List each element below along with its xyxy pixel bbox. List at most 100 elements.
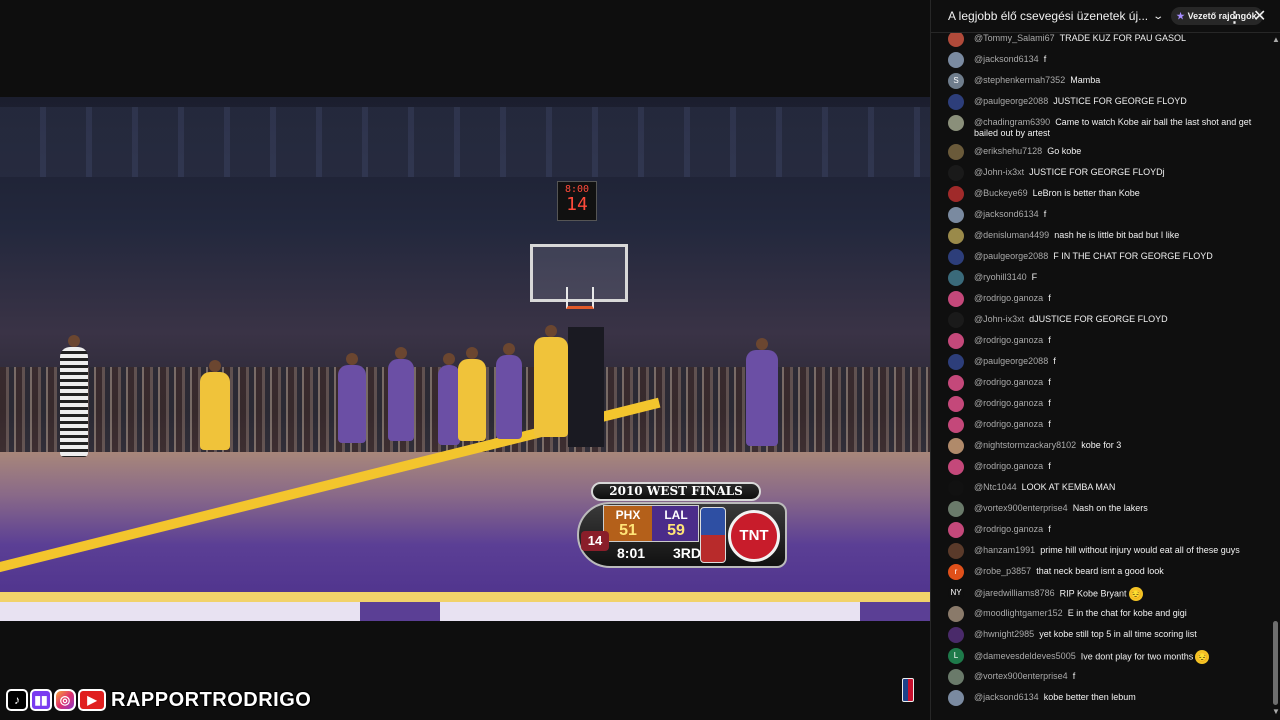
chat-author[interactable]: @John-ix3xt — [974, 314, 1024, 324]
chat-author[interactable]: @denisluman4499 — [974, 230, 1049, 240]
chat-message[interactable]: @jacksond6134 f — [931, 207, 1271, 228]
avatar[interactable]: NY — [948, 585, 964, 601]
chat-author[interactable]: @Ntc1044 — [974, 482, 1017, 492]
chat-author[interactable]: @paulgeorge2088 — [974, 96, 1048, 106]
chevron-down-icon[interactable]: ⌄ — [1152, 11, 1164, 22]
chat-author[interactable]: @hanzam1991 — [974, 545, 1035, 555]
avatar[interactable] — [948, 94, 964, 110]
scroll-down-icon[interactable]: ▼ — [1272, 707, 1280, 716]
chat-author[interactable]: @hwnight2985 — [974, 629, 1034, 639]
avatar[interactable] — [948, 543, 964, 559]
chat-message[interactable]: @rodrigo.ganoza f — [931, 375, 1271, 396]
chat-author[interactable]: @stephenkermah7352 — [974, 75, 1065, 85]
chat-message[interactable]: @erikshehu7128 Go kobe — [931, 144, 1271, 165]
avatar[interactable] — [948, 438, 964, 454]
chat-message[interactable]: NY @jaredwilliams8786 RIP Kobe Bryant 😔 — [931, 585, 1271, 606]
avatar[interactable] — [948, 354, 964, 370]
chat-author[interactable]: @paulgeorge2088 — [974, 356, 1048, 366]
chat-author[interactable]: @vortex900enterprise4 — [974, 671, 1068, 681]
chat-message[interactable]: @jacksond6134 f — [931, 52, 1271, 73]
avatar[interactable] — [948, 627, 964, 643]
chat-author[interactable]: @rodrigo.ganoza — [974, 293, 1043, 303]
chat-author[interactable]: @Tommy_Salami67 — [974, 33, 1055, 43]
avatar[interactable] — [948, 333, 964, 349]
chat-message[interactable]: @Buckeye69 LeBron is better than Kobe — [931, 186, 1271, 207]
chat-author[interactable]: @jacksond6134 — [974, 54, 1039, 64]
avatar[interactable] — [948, 522, 964, 538]
chat-author[interactable]: @rodrigo.ganoza — [974, 419, 1043, 429]
chat-message[interactable]: @rodrigo.ganoza f — [931, 396, 1271, 417]
chat-message[interactable]: L @damevesdeldeves5005 Ive dont play for t… — [931, 648, 1271, 669]
chat-author[interactable]: @rodrigo.ganoza — [974, 524, 1043, 534]
chat-author[interactable]: @rodrigo.ganoza — [974, 461, 1043, 471]
chat-author[interactable]: @rodrigo.ganoza — [974, 377, 1043, 387]
chat-author[interactable]: @jacksond6134 — [974, 209, 1039, 219]
avatar[interactable] — [948, 52, 964, 68]
chat-message[interactable]: @paulgeorge2088 f — [931, 354, 1271, 375]
close-icon[interactable]: ✕ — [1253, 6, 1266, 26]
avatar[interactable] — [948, 312, 964, 328]
chat-message[interactable]: @paulgeorge2088 JUSTICE FOR GEORGE FLOYD — [931, 94, 1271, 115]
avatar[interactable] — [948, 144, 964, 160]
avatar[interactable] — [948, 375, 964, 391]
chat-message[interactable]: @hwnight2985 yet kobe still top 5 in all … — [931, 627, 1271, 648]
avatar[interactable]: r — [948, 564, 964, 580]
chat-scrollbar[interactable]: ▲ ▼ — [1271, 33, 1280, 720]
chat-message[interactable]: @moodlightgamer152 E in the chat for kobe… — [931, 606, 1271, 627]
chat-message[interactable]: S @stephenkermah7352 Mamba — [931, 73, 1271, 94]
chat-message[interactable]: @paulgeorge2088 F IN THE CHAT FOR GEORGE … — [931, 249, 1271, 270]
chat-author[interactable]: @erikshehu7128 — [974, 146, 1042, 156]
avatar[interactable] — [948, 417, 964, 433]
chat-message[interactable]: @rodrigo.ganoza f — [931, 459, 1271, 480]
avatar[interactable] — [948, 115, 964, 131]
avatar[interactable] — [948, 270, 964, 286]
avatar[interactable] — [948, 669, 964, 685]
chat-message-list[interactable]: @Tommy_Salami67 TRADE KUZ FOR PAU GASOL @j… — [931, 33, 1271, 720]
chat-author[interactable]: @Buckeye69 — [974, 188, 1028, 198]
video-frame[interactable]: 8:00 14 — [0, 97, 930, 621]
chat-message[interactable]: @Tommy_Salami67 TRADE KUZ FOR PAU GASOL — [931, 33, 1271, 52]
avatar[interactable] — [948, 459, 964, 475]
chat-author[interactable]: @John-ix3xt — [974, 167, 1024, 177]
chat-message[interactable]: @vortex900enterprise4 Nash on the lakers — [931, 501, 1271, 522]
avatar[interactable] — [948, 501, 964, 517]
chat-author[interactable]: @robe_p3857 — [974, 566, 1031, 576]
chat-message[interactable]: @John-ix3xt dJUSTICE FOR GEORGE FLOYD — [931, 312, 1271, 333]
chat-message[interactable]: @vortex900enterprise4 f — [931, 669, 1271, 690]
more-vertical-icon[interactable]: ⋮ — [1227, 8, 1242, 26]
chat-message[interactable]: @ryohill3140 F — [931, 270, 1271, 291]
scrollbar-thumb[interactable] — [1273, 621, 1278, 705]
avatar[interactable] — [948, 207, 964, 223]
chat-message[interactable]: @Ntc1044 LOOK AT KEMBA MAN — [931, 480, 1271, 501]
avatar[interactable] — [948, 186, 964, 202]
video-player[interactable]: 8:00 14 2010 WEST FINALS PHX 51 LAL 59 1… — [0, 0, 930, 720]
top-fans-button[interactable]: ★ Vezető rajongók — [1170, 7, 1263, 25]
avatar[interactable]: L — [948, 648, 964, 664]
chat-message[interactable]: @rodrigo.ganoza f — [931, 291, 1271, 312]
chat-author[interactable]: @jaredwilliams8786 — [974, 588, 1055, 598]
avatar[interactable] — [948, 480, 964, 496]
chat-message[interactable]: @John-ix3xt JUSTICE FOR GEORGE FLOYDj — [931, 165, 1271, 186]
chat-author[interactable]: @chadingram6390 — [974, 117, 1050, 127]
chat-author[interactable]: @nightstormzackary8102 — [974, 440, 1076, 450]
chat-author[interactable]: @paulgeorge2088 — [974, 251, 1048, 261]
chat-author[interactable]: @jacksond6134 — [974, 692, 1039, 702]
chat-message[interactable]: @hanzam1991 prime hill without injury wou… — [931, 543, 1271, 564]
chat-message[interactable]: @denisluman4499 nash he is little bit bad… — [931, 228, 1271, 249]
chat-author[interactable]: @ryohill3140 — [974, 272, 1027, 282]
chat-message[interactable]: r @robe_p3857 that neck beard isnt a good … — [931, 564, 1271, 585]
avatar[interactable]: S — [948, 73, 964, 89]
avatar[interactable] — [948, 606, 964, 622]
chat-message[interactable]: @rodrigo.ganoza f — [931, 417, 1271, 438]
chat-author[interactable]: @rodrigo.ganoza — [974, 398, 1043, 408]
avatar[interactable] — [948, 33, 964, 47]
avatar[interactable] — [948, 249, 964, 265]
scroll-up-icon[interactable]: ▲ — [1272, 35, 1280, 44]
chat-author[interactable]: @rodrigo.ganoza — [974, 335, 1043, 345]
avatar[interactable] — [948, 291, 964, 307]
chat-message[interactable]: @rodrigo.ganoza f — [931, 333, 1271, 354]
chat-author[interactable]: @moodlightgamer152 — [974, 608, 1063, 618]
chat-author[interactable]: @damevesdeldeves5005 — [974, 651, 1076, 661]
chat-message[interactable]: @chadingram6390 Came to watch Kobe air ba… — [931, 115, 1271, 144]
avatar[interactable] — [948, 228, 964, 244]
